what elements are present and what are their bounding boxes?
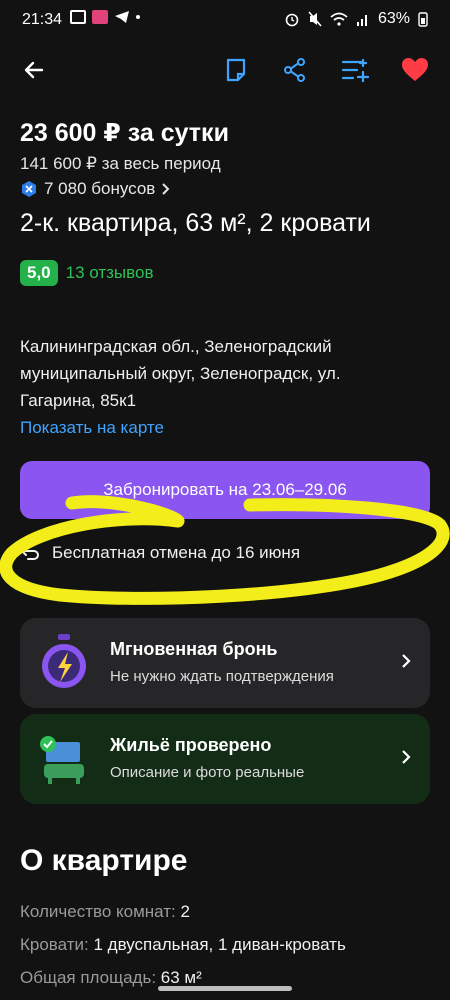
free-cancellation: Бесплатная отмена до 16 июня <box>20 543 300 563</box>
card-subtitle: Описание и фото реальные <box>110 764 305 781</box>
share-button[interactable] <box>277 52 313 88</box>
telegram-icon <box>115 11 129 23</box>
chevron-right-icon <box>402 654 411 668</box>
rooms-row: Количество комнат: 2 <box>20 902 190 922</box>
card-title: Мгновенная бронь <box>110 639 278 659</box>
back-button[interactable] <box>16 52 52 88</box>
row-value: 63 м² <box>160 968 202 987</box>
signal-icon <box>356 15 367 26</box>
status-bar: 21:34 63% <box>0 0 450 40</box>
system-icons: 63% <box>284 10 428 28</box>
notification-icons <box>70 10 140 24</box>
row-value: 2 <box>180 902 190 921</box>
compare-button[interactable] <box>337 52 373 88</box>
gallery-icon <box>70 10 86 24</box>
undo-icon <box>20 546 39 560</box>
verified-home-icon <box>40 736 84 784</box>
card-title: Жильё проверено <box>110 735 272 755</box>
area-row: Общая площадь: 63 м² <box>20 968 202 988</box>
book-button-label: Забронировать на 23.06–29.06 <box>103 480 347 499</box>
price-per-day: 23 600 ₽ за сутки <box>20 119 229 147</box>
row-label: Общая площадь: <box>20 968 157 987</box>
bonus-text: 7 080 бонусов <box>44 179 156 198</box>
stopwatch-lightning-icon <box>42 634 86 688</box>
beds-row: Кровати: 1 двуспальная, 1 диван-кровать <box>20 935 346 955</box>
reviews-link[interactable]: 13 отзывов <box>66 263 154 283</box>
row-label: Количество комнат: <box>20 902 176 921</box>
chevron-right-icon <box>402 750 411 764</box>
status-time: 21:34 <box>22 11 63 28</box>
rating-block[interactable]: 5,0 13 отзывов <box>20 260 153 286</box>
favorite-button[interactable] <box>397 52 433 88</box>
list-add-icon <box>341 58 369 82</box>
gesture-nav-handle[interactable] <box>158 986 292 991</box>
card-subtitle: Не нужно ждать подтверждения <box>110 668 334 685</box>
book-button[interactable]: Забронировать на 23.06–29.06 <box>20 461 430 519</box>
listing-title: 2-к. квартира, 63 м², 2 кровати <box>20 209 371 237</box>
note-button[interactable] <box>218 52 254 88</box>
heart-icon <box>402 58 428 81</box>
chevron-right-icon <box>162 183 170 195</box>
dot-icon <box>136 15 140 19</box>
bonus-link[interactable]: 7 080 бонусов <box>20 179 171 199</box>
mute-icon <box>308 11 322 27</box>
show-on-map-link[interactable]: Показать на карте <box>20 418 164 438</box>
wifi-icon <box>330 12 348 26</box>
bonus-icon <box>22 181 36 197</box>
battery-icon <box>418 12 428 27</box>
top-toolbar <box>0 40 450 100</box>
verified-listing-card[interactable]: Жильё проверено Описание и фото реальные <box>20 714 430 804</box>
row-value: 1 двуспальная, 1 диван-кровать <box>93 935 346 954</box>
instant-booking-card[interactable]: Мгновенная бронь Не нужно ждать подтверж… <box>20 618 430 708</box>
total-price: 141 600 ₽ за весь период <box>20 154 221 173</box>
cancellation-text: Бесплатная отмена до 16 июня <box>52 543 301 562</box>
share-icon <box>284 58 305 82</box>
address-text: Калининградская обл., Зеленоградский мун… <box>20 337 341 410</box>
arrow-left-icon <box>24 61 44 79</box>
battery-percent: 63% <box>377 10 410 27</box>
row-label: Кровати: <box>20 935 89 954</box>
app-icon <box>92 10 108 24</box>
alarm-icon <box>285 13 299 27</box>
note-icon <box>226 58 246 82</box>
rating-badge: 5,0 <box>20 260 58 286</box>
about-heading: О квартире <box>20 844 188 877</box>
